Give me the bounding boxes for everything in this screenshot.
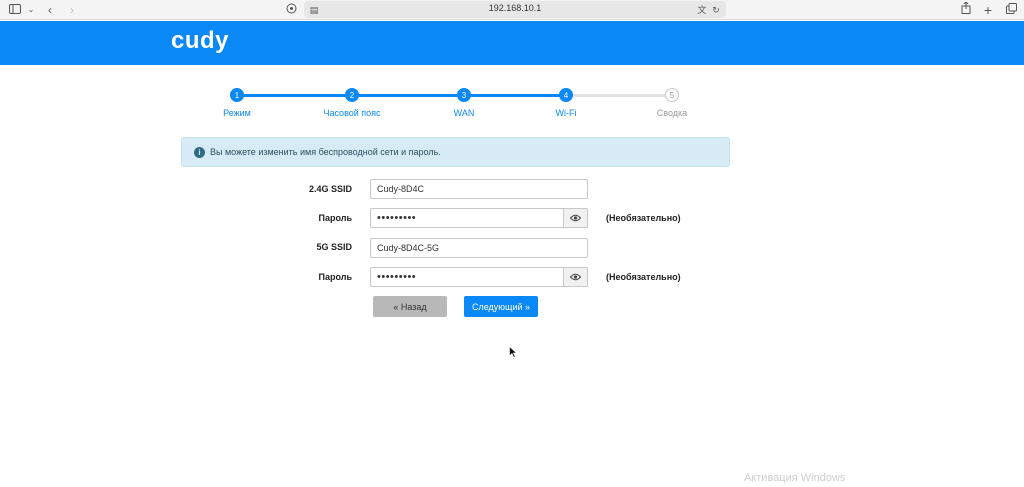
info-icon: i	[194, 147, 205, 158]
password-24-label: Пароль	[318, 213, 353, 223]
step-4-label: Wi-Fi	[555, 108, 577, 118]
show-password-24-button[interactable]	[564, 208, 588, 228]
translate-icon[interactable]: 文	[696, 2, 708, 18]
tabs-overview-icon[interactable]	[1004, 2, 1018, 18]
sidebar-toggle-icon[interactable]	[8, 2, 22, 18]
ssid-5-label: 5G SSID	[316, 242, 352, 252]
info-text: Вы можете изменить имя беспроводной сети…	[210, 147, 441, 157]
ssid-24-input[interactable]	[370, 179, 588, 199]
password-24-optional-hint: (Необязательно)	[606, 213, 681, 223]
password-5-input[interactable]	[370, 267, 564, 287]
step-2-dot: 2	[345, 88, 359, 102]
ssid-24-label: 2.4G SSID	[308, 184, 352, 194]
show-password-5-button[interactable]	[564, 267, 588, 287]
windows-activation-watermark: Активация Windows	[744, 472, 846, 484]
setup-stepper: 1 2 3 4 5 Режим Часовой пояс WAN Wi-Fi С…	[0, 86, 1024, 126]
reload-icon[interactable]: ↻	[710, 2, 722, 18]
app-header: cudy	[0, 21, 1024, 65]
chevron-down-icon[interactable]: ⌄	[26, 2, 36, 18]
step-1-dot: 1	[230, 88, 244, 102]
step-5-dot: 5	[665, 88, 679, 102]
step-4-dot: 4	[559, 88, 573, 102]
ssid-5-input[interactable]	[370, 238, 588, 258]
address-bar[interactable]: ▤ 192.168.10.1 文 ↻	[304, 1, 726, 18]
next-button[interactable]: Следующий »	[464, 296, 538, 317]
new-tab-icon[interactable]: +	[982, 2, 994, 18]
forward-arrow-icon[interactable]: ›	[66, 2, 78, 18]
step-5-label: Сводка	[656, 108, 688, 118]
share-icon[interactable]	[960, 1, 972, 18]
info-alert: i Вы можете изменить имя беспроводной се…	[181, 137, 730, 167]
eye-icon	[569, 273, 582, 281]
back-arrow-icon[interactable]: ‹	[44, 2, 56, 18]
step-1-label: Режим	[223, 108, 251, 118]
address-text: 192.168.10.1	[488, 3, 542, 13]
password-24-input[interactable]	[370, 208, 564, 228]
password-5-optional-hint: (Необязательно)	[606, 272, 681, 282]
mouse-cursor-icon	[509, 345, 518, 363]
privacy-shield-icon[interactable]	[284, 2, 298, 18]
step-3-dot: 3	[457, 88, 471, 102]
stepper-progress-track	[237, 94, 566, 97]
password-5-label: Пароль	[318, 272, 353, 282]
step-2-label: Часовой пояс	[323, 108, 381, 118]
back-button[interactable]: « Назад	[373, 296, 447, 317]
cudy-logo[interactable]: cudy	[171, 27, 229, 55]
browser-toolbar: ⌄ ‹ › ▤ 192.168.10.1 文 ↻ +	[0, 0, 1024, 20]
eye-icon	[569, 214, 582, 222]
stepper-remaining-track	[566, 94, 672, 97]
